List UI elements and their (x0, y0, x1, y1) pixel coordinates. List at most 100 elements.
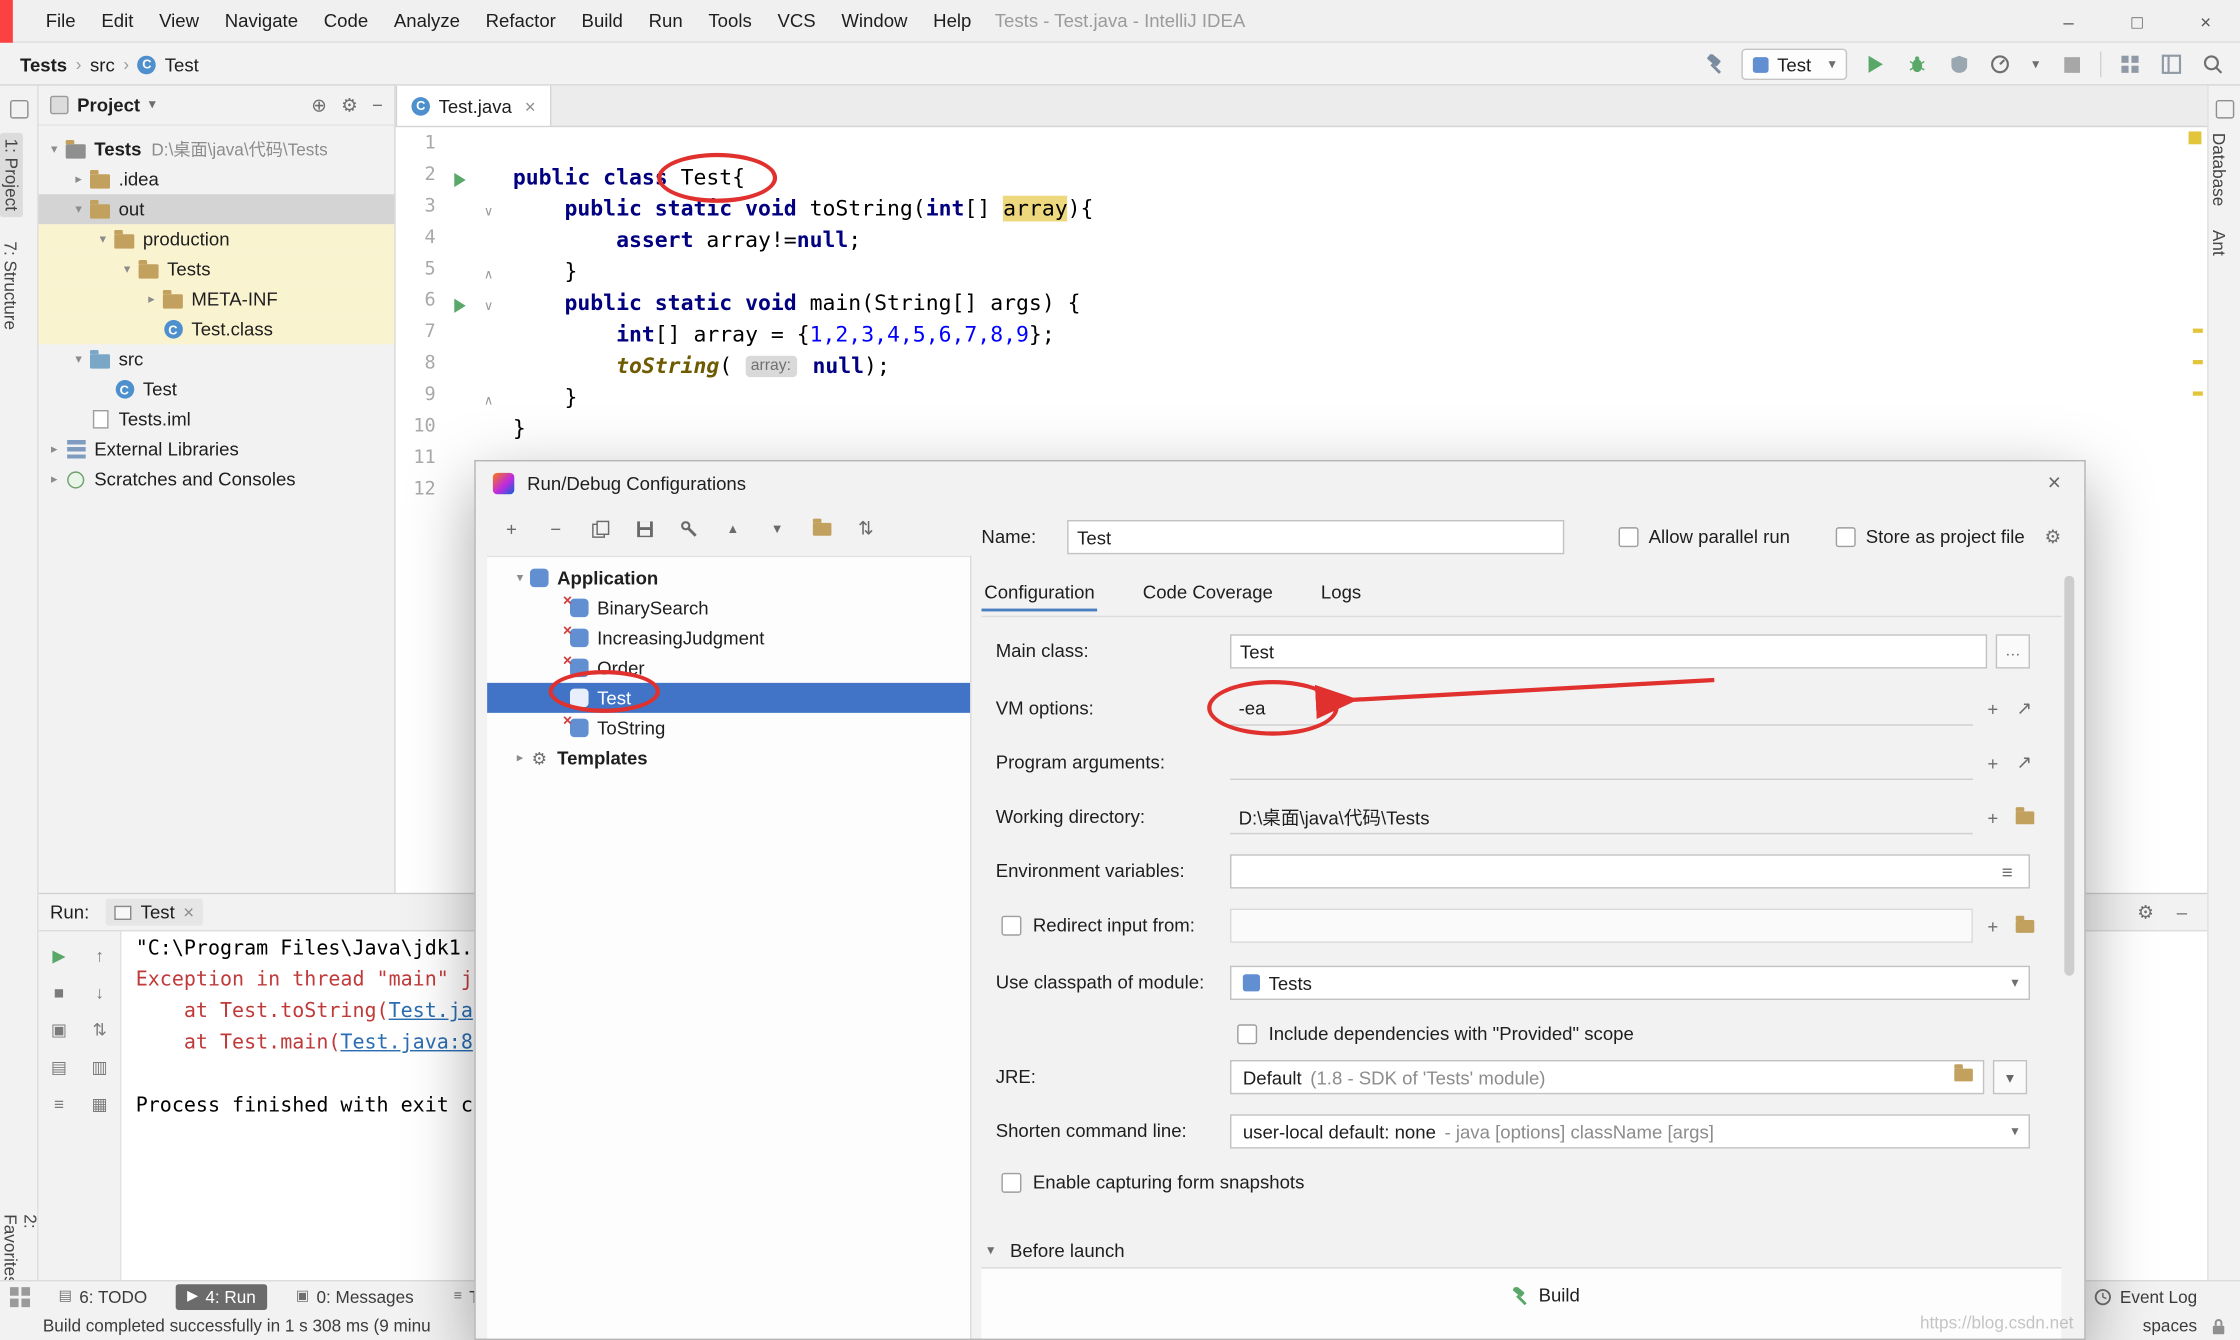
project-tree-item[interactable]: ▾ Tests (38, 254, 395, 285)
project-structure-icon[interactable] (2117, 51, 2143, 77)
project-tree-item[interactable]: ▾ Tests D:\桌面\java\代码\Tests (39, 134, 395, 164)
project-tree-item[interactable]: ▾ production (38, 224, 395, 255)
tab-code-coverage[interactable]: Code Coverage (1140, 576, 1276, 609)
menu-help[interactable]: Help (920, 0, 984, 41)
browse-folder-icon[interactable] (2010, 803, 2039, 832)
project-tree-item[interactable]: ▸ .idea (39, 164, 395, 194)
maximize-button[interactable]: □ (2103, 0, 2172, 43)
jre-dropdown-button[interactable]: ▾ (1992, 1059, 2028, 1095)
working-directory-input[interactable] (1229, 799, 1973, 835)
browse-jre-folder-icon[interactable] (1954, 1064, 1973, 1086)
menu-view[interactable]: View (146, 0, 212, 41)
environment-variables-input[interactable] (1229, 854, 2030, 889)
project-tree-item[interactable]: ▸ External Libraries (39, 434, 395, 464)
project-tree-item[interactable]: Tests.iml (39, 404, 395, 434)
breadcrumb-item[interactable]: src (90, 54, 115, 75)
main-class-input[interactable] (1229, 634, 1988, 669)
menu-tools[interactable]: Tools (696, 0, 765, 41)
hide-panel-icon[interactable]: − (372, 94, 383, 117)
project-tree-item[interactable]: ▸ Scratches and Consoles (39, 464, 395, 494)
add-argument-icon[interactable]: + (1979, 749, 2008, 778)
restore-layout-button[interactable]: ▤ (51, 1057, 67, 1077)
tool-window-switcher-icon[interactable] (9, 1286, 30, 1307)
database-icon[interactable] (2214, 99, 2234, 119)
dialog-close-icon[interactable]: × (2039, 469, 2070, 500)
layout-icon[interactable] (2159, 51, 2185, 77)
run-gutter-icon[interactable] (444, 164, 475, 195)
hide-panel-icon[interactable]: – (2177, 901, 2187, 924)
menu-file[interactable]: File (33, 0, 89, 41)
edit-env-vars-icon[interactable]: ≡ (1993, 857, 2022, 886)
vm-options-input[interactable] (1229, 691, 1973, 726)
search-icon[interactable] (2200, 51, 2226, 77)
indent-indicator[interactable]: spaces (2143, 1316, 2197, 1336)
run-configuration-select[interactable]: Test ▾ (1741, 48, 1848, 80)
tab-run[interactable]: ▶ 4: Run (175, 1283, 268, 1310)
editor-tab[interactable]: C Test.java × (395, 85, 552, 126)
run-tab[interactable]: Test × (106, 898, 203, 926)
chevron-down-icon[interactable]: ▾ (149, 97, 156, 113)
menu-refactor[interactable]: Refactor (473, 0, 569, 41)
run-config-item[interactable]: × BinarySearch (487, 593, 970, 623)
close-button[interactable]: × (2171, 0, 2240, 43)
tab-todo[interactable]: ▤ 6: TODO (47, 1284, 158, 1310)
menu-navigate[interactable]: Navigate (212, 0, 311, 41)
expand-field-icon[interactable]: ↗ (2010, 749, 2039, 778)
code-editor[interactable]: 1 2 public class Test{3 ∨ public static voi… (396, 127, 2207, 510)
breadcrumb-item[interactable]: Test (165, 54, 199, 75)
stack-trace-link[interactable]: Test.ja (389, 1000, 473, 1023)
expand-field-icon[interactable]: ↗ (2010, 694, 2039, 723)
tool-stripe-database[interactable]: Database (2209, 133, 2229, 206)
down-stack-button[interactable]: ↓ (95, 983, 104, 1003)
console-settings-button[interactable]: ≡ (54, 1094, 64, 1114)
shorten-command-select[interactable]: user-local default: none - java [options… (1229, 1114, 2030, 1149)
minimize-button[interactable]: – (2034, 0, 2103, 43)
print-button[interactable]: ▦ (92, 1094, 108, 1114)
menu-vcs[interactable]: VCS (765, 0, 829, 41)
tool-stripe-ant[interactable]: Ant (2209, 231, 2229, 257)
settings-gear-icon[interactable]: ⚙ (2137, 901, 2154, 924)
fold-marker[interactable]: ∨ (476, 196, 502, 227)
redirect-input-checkbox[interactable] (1001, 915, 1022, 936)
allow-parallel-run-checkbox[interactable] (1618, 527, 1639, 548)
menu-analyze[interactable]: Analyze (381, 0, 473, 41)
project-panel-title[interactable]: Project (77, 94, 140, 115)
store-as-project-file-checkbox[interactable] (1835, 527, 1856, 548)
add-vm-option-icon[interactable]: + (1979, 694, 2008, 723)
rerun-button[interactable]: ▶ (52, 946, 65, 966)
event-log-button[interactable]: Event Log (2094, 1286, 2197, 1306)
snapshots-checkbox[interactable] (1001, 1172, 1022, 1193)
project-tree-item[interactable]: ▸ META-INF (38, 284, 395, 315)
menu-window[interactable]: Window (829, 0, 921, 41)
debug-button[interactable] (1904, 51, 1930, 77)
menu-run[interactable]: Run (636, 0, 696, 41)
store-options-gear-icon[interactable]: ⚙ (2039, 523, 2068, 552)
fold-marker[interactable]: ∨ (476, 290, 502, 321)
project-tree-item[interactable]: ▾ out (38, 194, 395, 225)
run-button[interactable] (1863, 51, 1889, 77)
project-tree-item[interactable]: C Test.class (38, 314, 395, 345)
build-hammer-icon[interactable] (1700, 51, 1726, 77)
project-tree-item[interactable]: C Test (39, 374, 395, 404)
project-tree-item[interactable]: ▾ src (39, 344, 395, 374)
insert-macro-icon[interactable]: + (1979, 803, 2008, 832)
program-arguments-input[interactable] (1229, 745, 1973, 780)
menu-build[interactable]: Build (569, 0, 636, 41)
provided-scope-checkbox[interactable] (1237, 1024, 1258, 1045)
browse-folder-icon[interactable] (2010, 911, 2039, 940)
stack-trace-link[interactable]: Test.java:8 (340, 1031, 472, 1054)
run-gutter-icon[interactable] (444, 290, 475, 321)
tool-stripe-favorites[interactable]: 2: Favorites (0, 1214, 40, 1289)
tool-window-icon[interactable] (9, 99, 28, 119)
settings-gear-icon[interactable]: ⚙ (341, 94, 358, 117)
close-tab-icon[interactable]: × (183, 901, 194, 922)
status-message[interactable]: Build completed successfully in 1 s 308 … (43, 1316, 431, 1336)
fold-marker[interactable]: ∧ (476, 384, 502, 415)
configuration-name-input[interactable] (1067, 519, 1565, 555)
jre-select[interactable]: Default (1.8 - SDK of 'Tests' module) (1229, 1059, 1985, 1095)
browse-main-class-button[interactable]: … (1995, 634, 2030, 669)
up-stack-button[interactable]: ↑ (95, 946, 104, 966)
locate-file-icon[interactable]: ⊕ (311, 94, 327, 117)
tab-configuration[interactable]: Configuration (981, 576, 1098, 612)
tool-stripe-project[interactable]: 1: Project (0, 132, 23, 217)
